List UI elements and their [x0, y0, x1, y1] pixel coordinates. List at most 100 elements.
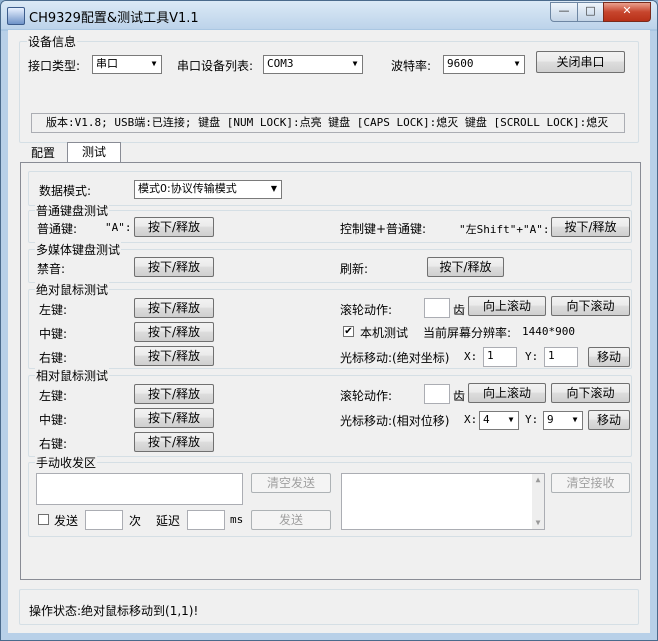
rel-y-label: Y:	[525, 413, 539, 426]
rel-x-value: 4	[483, 413, 490, 426]
abs-move-label: 光标移动:(绝对坐标)	[340, 351, 450, 365]
clear-receive-button[interactable]: 清空接收	[551, 473, 630, 493]
rel-scroll-down-button[interactable]: 向下滚动	[551, 383, 630, 403]
baud-value: 9600	[447, 57, 474, 70]
scroll-up-arrow-icon[interactable]: ▲	[532, 474, 544, 486]
rel-y-select[interactable]: 9 ▼	[543, 411, 583, 430]
chevron-down-icon: ▼	[151, 59, 157, 68]
abs-left-press-button[interactable]: 按下/释放	[134, 298, 214, 318]
ctrl-key-label: 控制键+普通键:	[340, 222, 427, 236]
normal-key-label: 普通键:	[37, 222, 78, 236]
rel-left-label: 左键:	[39, 389, 68, 403]
manual-label: 手动收发区	[35, 454, 98, 471]
abs-y-input[interactable]: 1	[544, 347, 578, 367]
local-test-label: 本机测试	[360, 326, 409, 340]
port-select[interactable]: COM3 ▼	[263, 55, 363, 74]
maximize-button[interactable]: □	[577, 2, 604, 22]
port-value: COM3	[267, 57, 294, 70]
abs-middle-label: 中键:	[39, 327, 68, 341]
data-mode-select[interactable]: 模式0:协议传输模式 ▼	[134, 180, 282, 199]
abs-x-input[interactable]: 1	[483, 347, 517, 367]
normal-key-name: "A":	[105, 221, 132, 234]
abs-move-button[interactable]: 移动	[588, 347, 630, 367]
clear-send-button[interactable]: 清空发送	[251, 473, 331, 493]
send-label: 发送	[54, 514, 79, 528]
mute-press-button[interactable]: 按下/释放	[134, 257, 214, 277]
rel-wheel-unit: 齿	[453, 389, 466, 403]
status-text: 操作状态:绝对鼠标移动到(1,1)!	[29, 604, 199, 618]
rel-wheel-label: 滚轮动作:	[340, 389, 393, 403]
rel-middle-label: 中键:	[39, 413, 68, 427]
times-label: 次	[129, 514, 142, 528]
ms-label: ms	[230, 513, 244, 526]
chevron-down-icon: ▼	[352, 59, 358, 68]
tab-config[interactable]: 配置	[20, 144, 66, 163]
chevron-down-icon: ▼	[270, 184, 278, 193]
abs-mouse-label: 绝对鼠标测试	[35, 281, 110, 298]
abs-scroll-down-button[interactable]: 向下滚动	[551, 296, 630, 316]
refresh-label: 刷新:	[340, 262, 369, 276]
rel-wheel-input[interactable]	[424, 384, 450, 404]
receive-scrollbar[interactable]: ▲ ▼	[532, 474, 544, 529]
ctrl-key-name: "左Shift"+"A":	[459, 223, 550, 236]
rel-x-label: X:	[464, 413, 478, 426]
interface-type-value: 串口	[96, 57, 118, 70]
send-count-input[interactable]	[85, 510, 123, 530]
delay-input[interactable]	[187, 510, 225, 530]
rel-y-value: 9	[547, 413, 554, 426]
normal-key-press-button[interactable]: 按下/释放	[134, 217, 214, 237]
mute-label: 禁音:	[37, 262, 66, 276]
interface-type-label: 接口类型:	[28, 59, 81, 73]
rel-middle-press-button[interactable]: 按下/释放	[134, 408, 214, 428]
baud-label: 波特率:	[391, 59, 432, 73]
resolution-value: 1440*900	[522, 325, 575, 338]
abs-x-label: X:	[464, 350, 478, 363]
abs-wheel-input[interactable]	[424, 298, 450, 318]
window-title: CH9329配置&测试工具V1.1	[29, 11, 199, 26]
ctrl-key-press-button[interactable]: 按下/释放	[551, 217, 630, 237]
abs-y-label: Y:	[525, 350, 539, 363]
rel-right-press-button[interactable]: 按下/释放	[134, 432, 214, 452]
rel-left-press-button[interactable]: 按下/释放	[134, 384, 214, 404]
device-status-text: 版本:V1.8; USB端:已连接; 键盘 [NUM LOCK]:点亮 键盘 […	[31, 113, 625, 133]
tab-test[interactable]: 测试	[67, 142, 121, 163]
app-icon	[7, 7, 25, 25]
interface-type-select[interactable]: 串口 ▼	[92, 55, 162, 74]
abs-right-press-button[interactable]: 按下/释放	[134, 346, 214, 366]
keyboard-test-label: 普通键盘测试	[35, 202, 110, 219]
rel-move-label: 光标移动:(相对位移)	[340, 414, 450, 428]
resolution-label: 当前屏幕分辨率:	[423, 326, 512, 340]
abs-left-label: 左键:	[39, 303, 68, 317]
rel-scroll-up-button[interactable]: 向上滚动	[468, 383, 546, 403]
receive-textarea[interactable]: ▲ ▼	[341, 473, 545, 530]
minimize-button[interactable]: —	[550, 2, 578, 22]
local-test-checkbox[interactable]: ✔	[343, 326, 354, 337]
abs-right-label: 右键:	[39, 351, 68, 365]
data-mode-label: 数据模式:	[39, 184, 92, 198]
abs-scroll-up-button[interactable]: 向上滚动	[468, 296, 546, 316]
delay-label: 延迟	[156, 514, 181, 528]
send-repeat-checkbox[interactable]	[38, 514, 49, 525]
rel-right-label: 右键:	[39, 437, 68, 451]
scroll-down-arrow-icon[interactable]: ▼	[532, 517, 544, 529]
abs-middle-press-button[interactable]: 按下/释放	[134, 322, 214, 342]
baud-select[interactable]: 9600 ▼	[443, 55, 525, 74]
close-button[interactable]: ✕	[603, 2, 651, 22]
chevron-down-icon: ▼	[508, 415, 514, 424]
send-textarea[interactable]	[36, 473, 243, 505]
chevron-down-icon: ▼	[572, 415, 578, 424]
rel-x-select[interactable]: 4 ▼	[479, 411, 519, 430]
refresh-press-button[interactable]: 按下/释放	[427, 257, 504, 277]
abs-wheel-label: 滚轮动作:	[340, 303, 393, 317]
title-bar[interactable]: CH9329配置&测试工具V1.1 — □ ✕	[1, 1, 657, 29]
device-info-label: 设备信息	[27, 33, 78, 50]
rel-move-button[interactable]: 移动	[588, 410, 630, 430]
app-window: CH9329配置&测试工具V1.1 — □ ✕ 设备信息 接口类型: 串口 ▼ 串…	[0, 0, 658, 641]
media-test-label: 多媒体键盘测试	[35, 241, 122, 258]
close-port-button[interactable]: 关闭串口	[536, 51, 625, 73]
port-list-label: 串口设备列表:	[177, 59, 254, 73]
client-area: 设备信息 接口类型: 串口 ▼ 串口设备列表: COM3 ▼ 波特率: 9600 ▼ …	[8, 30, 650, 633]
data-mode-value: 模式0:协议传输模式	[138, 182, 237, 195]
send-button[interactable]: 发送	[251, 510, 331, 530]
test-tab-panel: 数据模式: 模式0:协议传输模式 ▼ 普通键盘测试 普通键: "A": 按下/释放…	[20, 162, 641, 580]
